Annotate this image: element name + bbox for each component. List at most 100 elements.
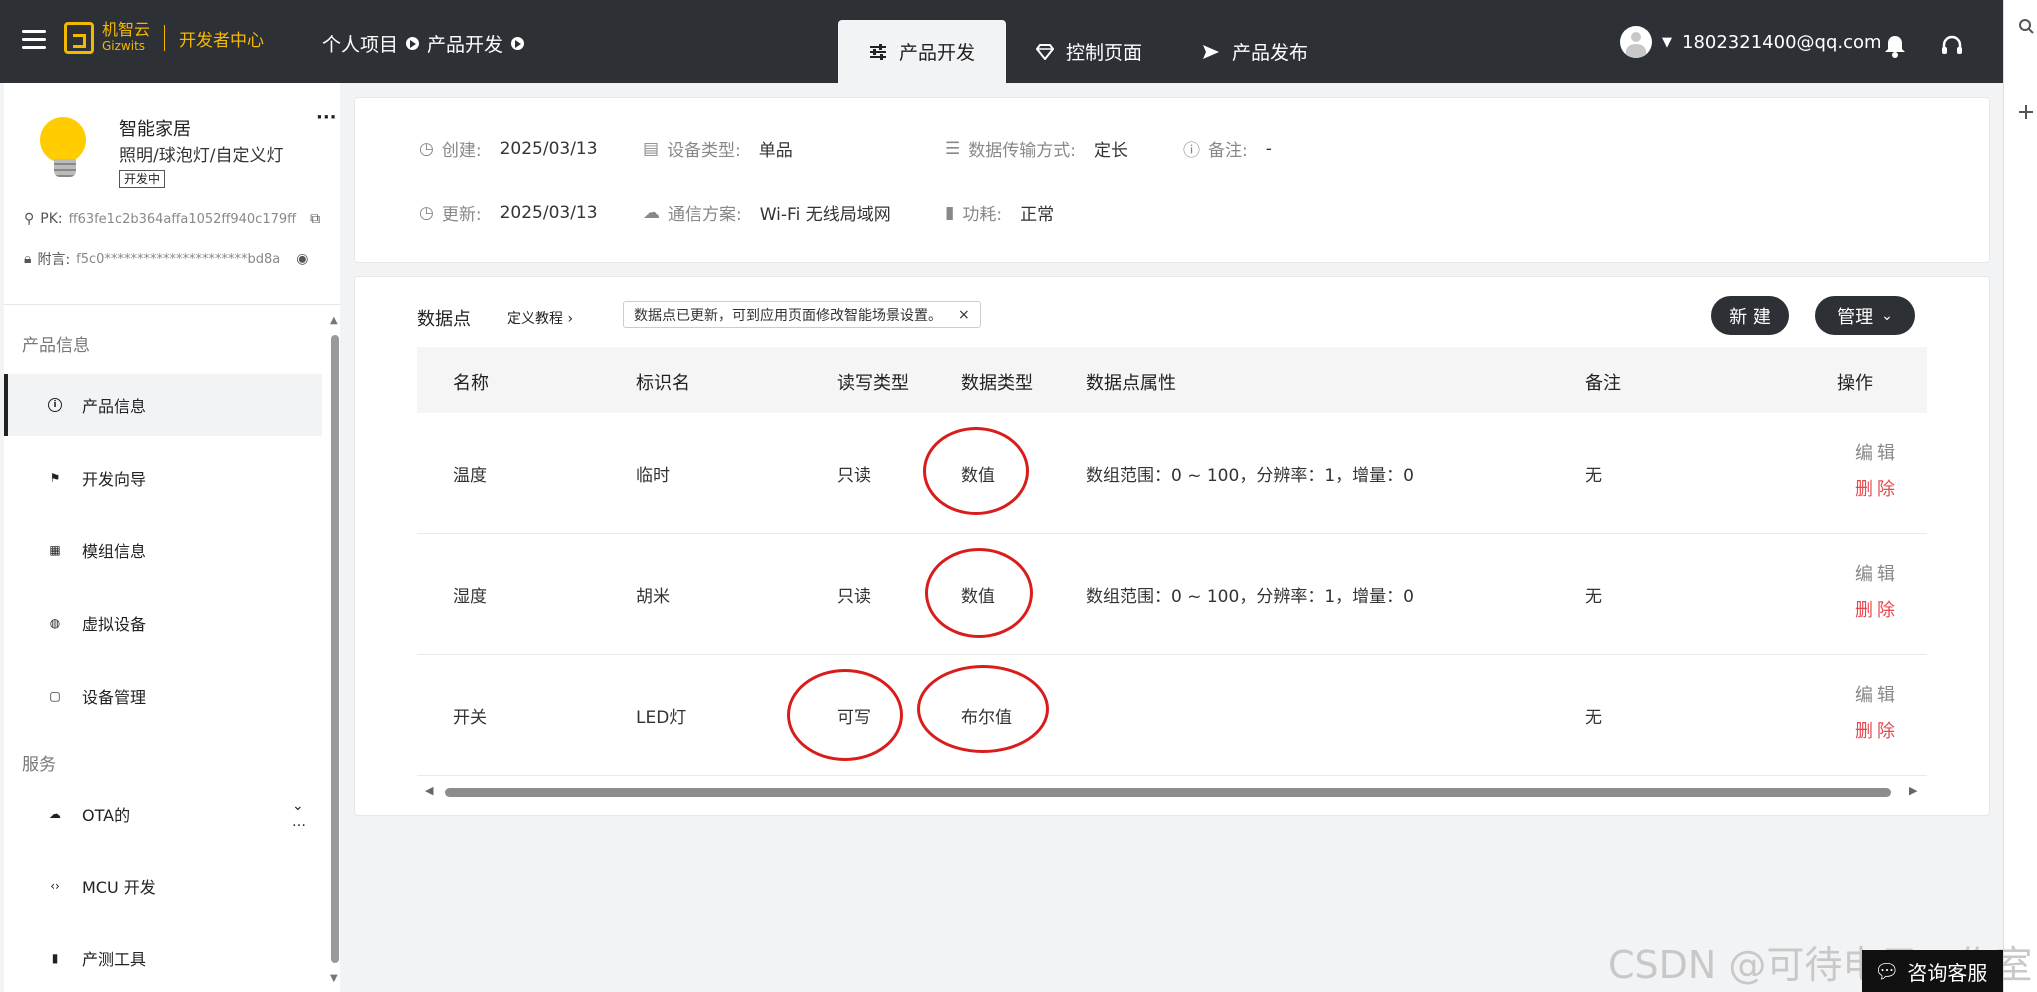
edit-button[interactable]: 编辑	[1841, 560, 1913, 586]
sidebar-item-ota[interactable]: ☁ OTA的 ⌄ …	[4, 783, 322, 845]
delete-button[interactable]: 删除	[1841, 475, 1913, 501]
grid-icon: ▦	[49, 543, 61, 557]
delete-button[interactable]: 删除	[1841, 596, 1913, 622]
datapoints-title: 数据点	[417, 309, 471, 330]
menu-icon[interactable]	[22, 30, 46, 50]
breadcrumb-personal-project[interactable]: 个人项目	[322, 30, 398, 57]
chevron-down-icon: ⌄	[1881, 307, 1893, 324]
tab-control-page[interactable]: 控制页面	[1006, 20, 1172, 83]
chevron-right-icon	[511, 37, 525, 50]
sidebar-scrollbar[interactable]: ▲ ▼	[330, 315, 339, 985]
sidebar-item-device-management[interactable]: ▢ 设备管理	[4, 665, 322, 727]
sidebar: 智能家居 照明/球泡灯/自定义灯 开发中 ··· ⚲ PK: ff63fe1c2…	[4, 83, 340, 992]
headset-icon[interactable]	[1940, 34, 1964, 58]
product-name: 智能家居	[119, 119, 191, 140]
edit-button[interactable]: 编辑	[1841, 681, 1913, 707]
table-scrollbar[interactable]: ◀ ▶	[425, 784, 1921, 799]
edit-button[interactable]: 编辑	[1841, 439, 1913, 465]
search-icon[interactable]	[2018, 18, 2034, 34]
plus-icon[interactable]	[2018, 104, 2034, 120]
user-menu[interactable]: ▼ 1802321400@qq.com	[1620, 26, 1882, 58]
note-info: ⓘ 备注: -	[1183, 136, 1272, 162]
lock-icon: 🔒︎	[24, 251, 32, 267]
bulb-icon	[40, 117, 90, 187]
chevron-right-icon	[406, 37, 420, 50]
diamond-icon	[1036, 43, 1054, 60]
battery-icon: ▮	[945, 202, 955, 223]
info-icon: ⓘ	[1183, 141, 1200, 161]
breadcrumb: 个人项目 产品开发	[322, 30, 525, 57]
new-button[interactable]: 新 建	[1711, 296, 1789, 335]
secret-row: 🔒︎ 附言: f5c0**********************bd8a ◉	[24, 251, 309, 268]
annotation-circle	[925, 548, 1033, 638]
sidebar-item-module-info[interactable]: ▦ 模组信息	[4, 519, 322, 581]
product-info-card: ◷ 创建: 2025/03/13 ◷ 更新: 2025/03/13 ▤ 设备类型…	[354, 97, 1990, 263]
bell-icon[interactable]	[1884, 34, 1906, 58]
sidebar-item-test-tool[interactable]: ▮ 产测工具	[4, 927, 322, 989]
breadcrumb-product-dev[interactable]: 产品开发	[427, 30, 503, 57]
gizwits-logo-icon	[64, 22, 94, 54]
key-icon: ⚲	[24, 211, 35, 227]
chevron-down-icon[interactable]: ⌄ …	[292, 798, 322, 830]
table-row: 开关 LED灯 可写 布尔值 无 编辑 删除	[417, 655, 1927, 776]
power-info: ▮ 功耗: 正常	[945, 202, 1055, 226]
code-icon: ‹›	[50, 879, 60, 893]
annotation-circle	[787, 669, 903, 761]
sidebar-item-dev-guide[interactable]: ⚑ 开发向导	[4, 447, 322, 509]
main-tabs: 产品开发 控制页面 产品发布	[838, 20, 1338, 83]
cloud-icon: ☁	[643, 202, 660, 223]
manage-button[interactable]: 管理 ⌄	[1815, 296, 1915, 335]
tab-product-release[interactable]: 产品发布	[1172, 20, 1338, 83]
send-icon	[1203, 44, 1220, 59]
cloud-icon: ☁	[49, 807, 61, 821]
brand-cn: 机智云	[102, 20, 151, 39]
section-services: 服务	[22, 755, 56, 775]
product-category: 照明/球泡灯/自定义灯	[119, 146, 284, 166]
created-info: ◷ 创建: 2025/03/13	[419, 138, 598, 162]
caret-down-icon: ▼	[1662, 34, 1672, 50]
avatar	[1620, 26, 1652, 58]
copy-icon[interactable]: ⧉	[310, 211, 320, 227]
update-notice: 数据点已更新，可到应用页面修改智能场景设置。 ×	[623, 301, 981, 328]
clipboard-icon: ▢	[49, 689, 61, 703]
status-badge: 开发中	[119, 170, 166, 188]
user-email: 1802321400@qq.com	[1682, 31, 1882, 53]
dev-center-label: 开发者中心	[179, 30, 265, 51]
clock-icon: ◷	[419, 202, 434, 223]
product-secret: f5c0**********************bd8a	[76, 251, 281, 267]
chat-icon: 💬︎	[1874, 959, 1900, 983]
product-key: ff63fe1c2b364affa1052ff940c179ff	[68, 211, 297, 227]
table-row: 湿度 胡米 只读 数值 数组范围：0 ~ 100，分辨率：1，增量：0 无 编辑…	[417, 534, 1927, 655]
sidebar-item-product-info[interactable]: i 产品信息	[4, 374, 322, 436]
sidebar-item-mcu-dev[interactable]: ‹› MCU 开发	[4, 855, 322, 917]
document-icon: ▤	[643, 138, 660, 159]
sliders-icon	[869, 43, 886, 60]
signpost-icon: ⚑	[49, 471, 61, 485]
transfer-info: ☰ 数据传输方式: 定长	[945, 138, 1128, 162]
tutorial-link[interactable]: 定义教程 ›	[507, 308, 573, 328]
close-icon[interactable]: ×	[958, 307, 970, 323]
sidebar-item-virtual-device[interactable]: ◍ 虚拟设备	[4, 592, 322, 654]
delete-button[interactable]: 删除	[1841, 717, 1913, 743]
comm-info: ☁ 通信方案: Wi-Fi 无线局域网	[643, 202, 891, 226]
eye-icon[interactable]: ◉	[296, 251, 308, 267]
annotation-circle	[917, 665, 1049, 753]
logo[interactable]: 机智云 Gizwits 开发者中心	[64, 22, 264, 54]
table-header: 名称 标识名 读写类型 数据类型 数据点属性 备注 操作	[417, 347, 1927, 413]
tab-product-dev[interactable]: 产品开发	[838, 20, 1006, 83]
section-product-info: 产品信息	[22, 336, 90, 356]
annotation-circle	[923, 427, 1029, 515]
brand-en: Gizwits	[102, 39, 146, 53]
info-icon: i	[48, 398, 62, 412]
globe-icon: ◍	[49, 616, 61, 630]
chat-support-button[interactable]: 💬︎ 咨询客服	[1862, 950, 2003, 992]
datapoints-card: 数据点 定义教程 › 数据点已更新，可到应用页面修改智能场景设置。 × 新 建 …	[354, 276, 1990, 816]
device-type-info: ▤ 设备类型: 单品	[643, 138, 793, 162]
database-icon: ☰	[945, 138, 961, 159]
product-summary: 智能家居 照明/球泡灯/自定义灯 开发中 ··· ⚲ PK: ff63fe1c2…	[4, 83, 340, 305]
top-bar: 机智云 Gizwits 开发者中心 个人项目 产品开发 产品开发 控制页面 产品发…	[0, 0, 2003, 83]
more-icon[interactable]: ···	[316, 107, 337, 128]
clock-icon: ◷	[419, 138, 434, 159]
chevron-right-icon: ›	[567, 311, 574, 327]
updated-info: ◷ 更新: 2025/03/13	[419, 202, 598, 226]
